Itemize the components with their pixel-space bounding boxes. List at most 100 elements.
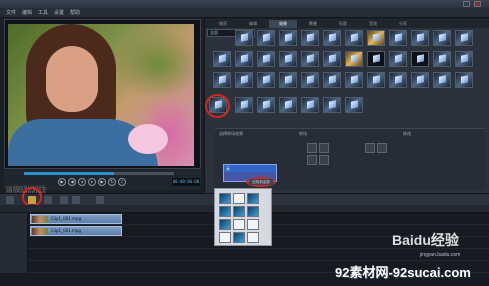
transition-thumb[interactable]	[367, 51, 385, 67]
transition-thumb[interactable]	[279, 72, 297, 88]
effects-panel: 捕获 编辑 效果 覆叠 标题 音频 分享 全部 选择转场效果 转场 修改 无	[204, 19, 489, 193]
transition-thumb[interactable]	[389, 30, 407, 46]
transition-thumb[interactable]	[411, 72, 429, 88]
options-col3: 修改	[403, 131, 411, 136]
transition-thumb[interactable]	[235, 72, 253, 88]
transition-thumb[interactable]	[323, 97, 341, 113]
transition-thumb[interactable]	[433, 30, 451, 46]
transition-thumb[interactable]	[279, 30, 297, 46]
video-preview	[8, 24, 194, 166]
voice-track-head	[0, 249, 28, 261]
transition-thumb[interactable]	[301, 72, 319, 88]
undo-icon[interactable]	[60, 196, 68, 204]
tab-audio[interactable]: 音频	[359, 20, 387, 28]
preset-thumb[interactable]	[219, 206, 231, 217]
redo-icon[interactable]	[72, 196, 80, 204]
preset-thumb[interactable]	[233, 206, 245, 217]
scrub-bar[interactable]	[24, 172, 174, 175]
transition-thumb[interactable]	[389, 51, 407, 67]
transition-thumb[interactable]	[411, 30, 429, 46]
preset-thumb[interactable]	[247, 219, 259, 230]
transition-thumb[interactable]	[389, 72, 407, 88]
transition-thumb[interactable]	[235, 97, 253, 113]
clip-thumbnail	[32, 216, 48, 223]
transition-thumb[interactable]	[345, 51, 363, 67]
transition-thumb[interactable]	[323, 30, 341, 46]
preset-thumb[interactable]	[247, 232, 259, 243]
transition-thumb[interactable]	[257, 72, 275, 88]
menu-settings[interactable]: 设置	[54, 8, 64, 18]
direction-down-icon[interactable]	[319, 143, 329, 153]
preset-thumb[interactable]	[219, 193, 231, 204]
audio-view-icon[interactable]	[44, 196, 52, 204]
video-clip[interactable]: Clip1_001.mpg	[30, 226, 122, 236]
transition-thumb[interactable]	[433, 72, 451, 88]
tab-title[interactable]: 标题	[329, 20, 357, 28]
transition-thumb[interactable]	[213, 72, 231, 88]
direction-right-icon[interactable]	[319, 155, 329, 165]
preset-thumb[interactable]	[247, 206, 259, 217]
transition-thumb[interactable]	[301, 51, 319, 67]
transition-thumb[interactable]	[345, 97, 363, 113]
transition-thumb[interactable]	[345, 72, 363, 88]
border-icon[interactable]	[377, 143, 387, 153]
preset-thumb[interactable]	[247, 193, 259, 204]
transition-thumb[interactable]	[235, 51, 253, 67]
transition-thumb[interactable]	[257, 97, 275, 113]
transition-thumb[interactable]	[367, 72, 385, 88]
tab-capture[interactable]: 捕获	[209, 20, 237, 28]
menu-tools[interactable]: 工具	[38, 8, 48, 18]
transition-thumb[interactable]	[323, 72, 341, 88]
options-col2: 转场	[299, 131, 307, 136]
transition-thumb[interactable]	[345, 30, 363, 46]
transition-thumb[interactable]	[411, 51, 429, 67]
direction-up-icon[interactable]	[307, 143, 317, 153]
transition-thumb[interactable]	[279, 51, 297, 67]
direction-left-icon[interactable]	[307, 155, 317, 165]
menu-file[interactable]: 文件	[6, 8, 16, 18]
transition-thumb[interactable]	[433, 51, 451, 67]
play-icon[interactable]: ▶	[58, 178, 66, 186]
transition-thumb[interactable]	[367, 30, 385, 46]
end-icon[interactable]: ▶	[98, 178, 106, 186]
transition-thumb[interactable]	[257, 30, 275, 46]
menu-edit[interactable]: 编辑	[22, 8, 32, 18]
volume-icon[interactable]: ♪	[118, 178, 126, 186]
prev-icon[interactable]: ◂	[78, 178, 86, 186]
dropdown-selected-row[interactable]: 无	[224, 165, 276, 172]
start-icon[interactable]: ◀	[68, 178, 76, 186]
transition-thumb[interactable]	[323, 51, 341, 67]
transition-thumb[interactable]	[455, 72, 473, 88]
transition-thumb[interactable]	[455, 51, 473, 67]
transition-thumb[interactable]	[257, 51, 275, 67]
menu-help[interactable]: 帮助	[70, 8, 80, 18]
baidu-watermark: Baidu经验	[392, 232, 459, 248]
preset-thumb[interactable]	[233, 219, 245, 230]
preset-thumb[interactable]	[233, 193, 245, 204]
zoom-icon[interactable]	[96, 196, 104, 204]
minimize-icon[interactable]	[463, 1, 470, 7]
storyboard-icon[interactable]	[6, 196, 14, 204]
preset-thumb[interactable]	[233, 232, 245, 243]
tab-edit[interactable]: 编辑	[239, 20, 267, 28]
music-track-head	[0, 261, 28, 273]
repeat-icon[interactable]: ↻	[108, 178, 116, 186]
transition-thumb[interactable]	[301, 30, 319, 46]
tab-share[interactable]: 分享	[389, 20, 417, 28]
highlight-circle	[22, 187, 42, 207]
transition-thumb[interactable]	[455, 30, 473, 46]
transition-thumb[interactable]	[213, 51, 231, 67]
preset-thumb[interactable]	[219, 232, 231, 243]
apply-to-all-button[interactable]: 应用到全部	[249, 179, 273, 185]
color-swatch-icon[interactable]	[365, 143, 375, 153]
menu-bar: 文件 编辑 工具 设置 帮助	[0, 8, 489, 18]
transition-thumb[interactable]	[279, 97, 297, 113]
video-clip[interactable]: Clip1_001.mpg	[30, 214, 122, 224]
next-icon[interactable]: ▸	[88, 178, 96, 186]
transition-thumb[interactable]	[235, 30, 253, 46]
preset-thumb[interactable]	[219, 219, 231, 230]
tab-effects[interactable]: 效果	[269, 20, 297, 28]
transition-thumb[interactable]	[301, 97, 319, 113]
close-icon[interactable]	[474, 1, 481, 7]
tab-overlay[interactable]: 覆叠	[299, 20, 327, 28]
